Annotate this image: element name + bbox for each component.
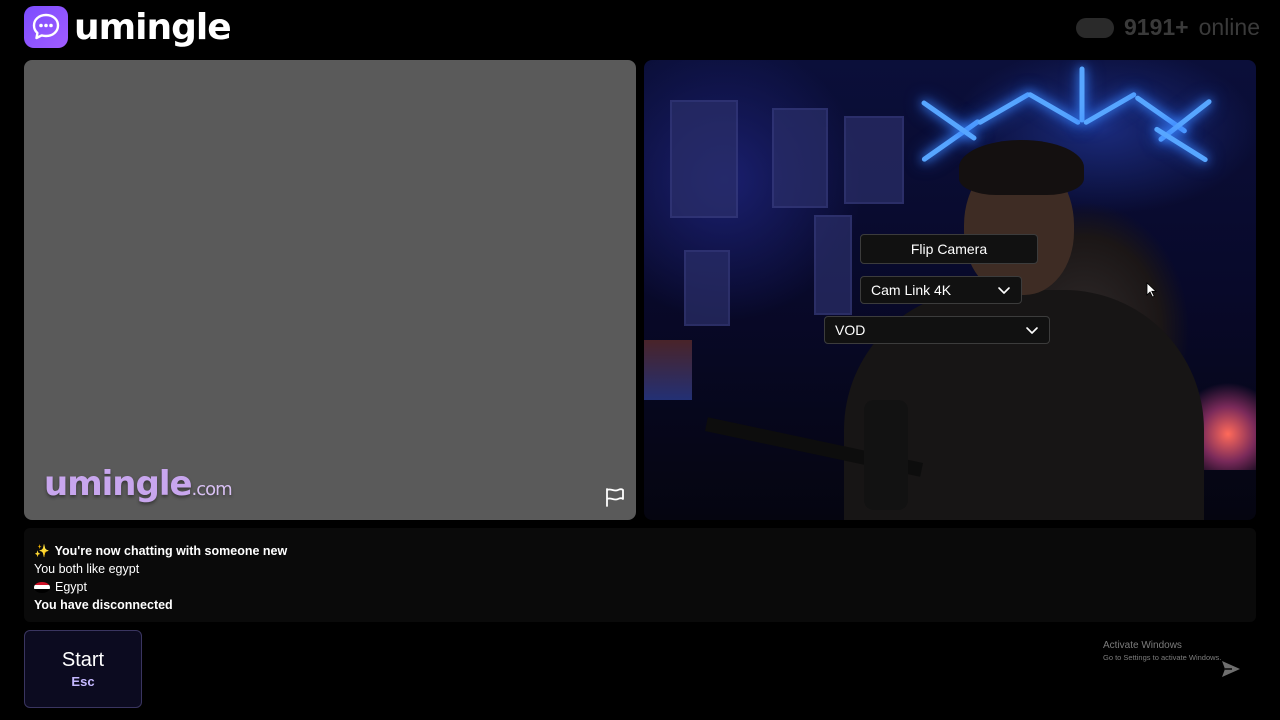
activate-windows-watermark: Activate Windows Go to Settings to activ… xyxy=(1103,640,1221,664)
camera-select-value: Cam Link 4K xyxy=(871,282,952,298)
flip-camera-button[interactable]: Flip Camera xyxy=(860,234,1038,264)
chat-line: You both like egypt xyxy=(34,560,1246,578)
egypt-flag-icon xyxy=(34,581,50,593)
neon-light xyxy=(976,91,1032,126)
desk-light xyxy=(644,340,692,400)
report-flag-icon[interactable] xyxy=(604,486,626,508)
online-toggle-icon xyxy=(1076,17,1114,38)
wall-poster xyxy=(814,215,852,315)
stranger-video-panel: umingle.com xyxy=(24,60,636,520)
microphone xyxy=(864,400,908,510)
neon-light xyxy=(1079,66,1085,123)
umingle-watermark: umingle.com xyxy=(44,464,233,504)
chat-line-text: You have disconnected xyxy=(34,598,173,612)
chat-bubble-icon xyxy=(24,6,68,48)
logo-text: umingle xyxy=(74,6,232,48)
wall-poster xyxy=(844,116,904,204)
camera-select[interactable]: Cam Link 4K xyxy=(860,276,1022,304)
sparkles-icon: ✨ xyxy=(34,544,50,558)
watermark-suffix: .com xyxy=(191,479,233,500)
chat-line: ✨ You're now chatting with someone new xyxy=(34,542,1246,560)
send-icon[interactable] xyxy=(1220,658,1242,680)
umingle-logo[interactable]: umingle xyxy=(24,6,232,48)
activate-windows-subtitle: Go to Settings to activate Windows. xyxy=(1103,653,1222,662)
online-counter: 9191+ online xyxy=(1076,14,1260,41)
start-button-label: Start xyxy=(61,649,105,671)
neon-light xyxy=(1026,91,1082,126)
online-count: 9191+ xyxy=(1124,14,1189,40)
person-hair xyxy=(959,140,1084,195)
chevron-down-icon xyxy=(998,287,1010,294)
message-input[interactable] xyxy=(150,630,1256,708)
neon-light xyxy=(920,99,978,142)
chat-line: Egypt xyxy=(34,578,1246,596)
start-button[interactable]: Start Esc xyxy=(24,630,142,708)
chat-line: You have disconnected xyxy=(34,596,1246,614)
activate-windows-title: Activate Windows xyxy=(1103,640,1182,651)
chat-line-text: Egypt xyxy=(55,580,87,594)
mouse-cursor-icon xyxy=(1146,282,1158,298)
watermark-main: umingle xyxy=(44,464,193,504)
wall-poster xyxy=(670,100,738,218)
chat-line-text: You both like egypt xyxy=(34,562,140,576)
audio-source-select[interactable]: VOD xyxy=(824,316,1050,344)
chat-log: ✨ You're now chatting with someone new Y… xyxy=(24,528,1256,622)
audio-select-value: VOD xyxy=(835,322,866,338)
wall-poster xyxy=(684,250,730,326)
message-box xyxy=(150,630,1256,708)
self-camera-panel: Flip Camera Cam Link 4K VOD xyxy=(644,60,1256,520)
chat-line-text: You're now chatting with someone new xyxy=(54,544,288,558)
online-label: online xyxy=(1198,14,1260,40)
start-shortcut-label: Esc xyxy=(71,674,95,689)
chevron-down-icon xyxy=(1026,327,1038,334)
wall-poster xyxy=(772,108,828,208)
neon-light xyxy=(1082,91,1138,126)
